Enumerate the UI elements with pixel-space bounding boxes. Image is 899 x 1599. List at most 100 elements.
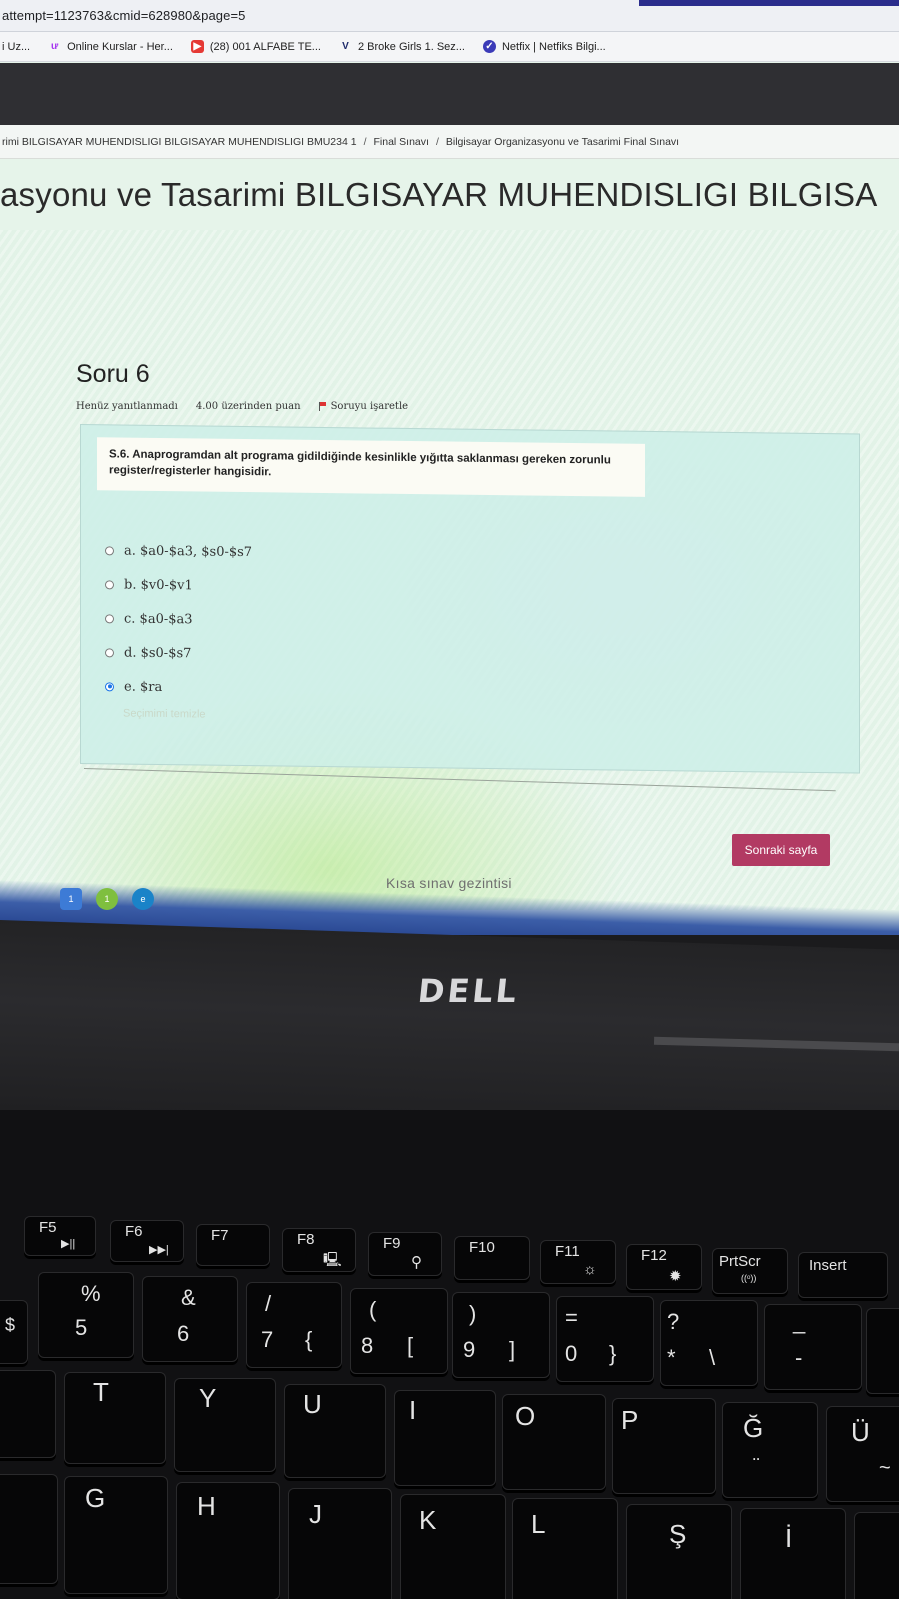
answer-label: a. $a0-$a3, $s0-$s7 — [124, 543, 253, 560]
bookmark-item[interactable]: ư Online Kurslar - Her... — [48, 40, 173, 53]
youtube-icon: ▶ — [190, 40, 204, 53]
breadcrumb-current[interactable]: Bilgisayar Organizasyonu ve Tasarimi Fin… — [446, 136, 679, 148]
radio-button-selected[interactable] — [105, 681, 114, 691]
key-partial-right[interactable] — [866, 1308, 899, 1394]
key-label: F12 — [641, 1247, 667, 1264]
key-6[interactable]: & 6 — [142, 1276, 238, 1362]
key-label: Ğ — [743, 1413, 764, 1443]
key-label: $ — [5, 1315, 16, 1335]
key-shift-label: ) — [469, 1301, 477, 1326]
key-y[interactable]: Y — [174, 1378, 276, 1472]
quiz-navigation-link[interactable]: Kısa sınav gezintisi — [386, 875, 512, 891]
key-5[interactable]: % 5 — [38, 1272, 134, 1358]
breadcrumb-course[interactable]: rimi BILGISAYAR MUHENDISLIGI BILGISAYAR … — [2, 136, 357, 148]
wireless-icon: ((ᵒ)) — [741, 1273, 757, 1283]
key-altgr-label: \ — [709, 1345, 716, 1370]
bookmark-item[interactable]: i Uz... — [2, 41, 30, 53]
taskbar-edge-icon[interactable]: e — [132, 888, 154, 910]
key-partial-left[interactable] — [0, 1370, 56, 1458]
answer-option-c[interactable]: c. $a0-$a3 — [105, 601, 252, 637]
question-status: Henüz yanıtlanmadı — [76, 401, 178, 412]
key-i-dotted[interactable]: İ — [740, 1508, 846, 1599]
taskbar-icons: 1 1 e — [60, 888, 154, 910]
url-text[interactable]: attempt=1123763&cmid=628980&page=5 — [2, 8, 246, 23]
key-partial-left-2[interactable] — [0, 1474, 58, 1584]
key-k[interactable]: K — [400, 1494, 506, 1599]
answer-option-a[interactable]: a. $a0-$a3, $s0-$s7 — [105, 533, 252, 569]
key-s-cedilla[interactable]: Ş — [626, 1504, 732, 1599]
key-partial-right-2[interactable] — [854, 1512, 899, 1599]
answer-list: a. $a0-$a3, $s0-$s7 b. $v0-$v1 c. $a0-$a… — [105, 533, 252, 721]
taskbar-chrome-icon[interactable]: 1 — [96, 888, 118, 910]
key-7[interactable]: / 7 { — [246, 1282, 342, 1368]
key-f10[interactable]: F10 — [454, 1236, 530, 1280]
key-l[interactable]: L — [512, 1498, 618, 1599]
key-u-umlaut[interactable]: Ü ~ — [826, 1406, 899, 1502]
key-9[interactable]: ) 9 ] — [452, 1292, 550, 1378]
key-g[interactable]: G — [64, 1476, 168, 1594]
key-g-breve[interactable]: Ğ ¨ — [722, 1402, 818, 1498]
radio-button[interactable] — [105, 647, 114, 657]
flag-question-label: Soruyu işaretle — [330, 401, 409, 412]
key-f11[interactable]: F11 ☼ — [540, 1240, 616, 1284]
key-f7[interactable]: F7 — [196, 1224, 270, 1266]
bookmark-item[interactable]: ▶ (28) 001 ALFABE TE... — [190, 40, 321, 53]
taskbar-app-icon[interactable]: 1 — [60, 888, 82, 910]
key-insert[interactable]: Insert — [798, 1252, 888, 1298]
bookmark-item[interactable]: V 2 Broke Girls 1. Sez... — [339, 40, 465, 53]
key-label: 7 — [261, 1327, 274, 1352]
key-shift-label: & — [181, 1285, 196, 1310]
key-label: 6 — [177, 1321, 190, 1346]
v-logo-icon: V — [342, 41, 349, 52]
question-text: S.6. Anaprogramdan alt programa gidildiğ… — [97, 437, 645, 497]
flag-question-button[interactable]: Soruyu işaretle — [318, 401, 409, 412]
next-track-icon: ▶▶| — [149, 1244, 169, 1256]
key-label: F5 — [39, 1219, 57, 1236]
address-bar[interactable]: attempt=1123763&cmid=628980&page=5 — [0, 0, 899, 32]
key-j[interactable]: J — [288, 1488, 392, 1599]
key-p[interactable]: P — [612, 1398, 716, 1494]
bookmark-label: (28) 001 ALFABE TE... — [209, 40, 321, 53]
key-label: F8 — [297, 1231, 315, 1248]
key-dollar-partial[interactable]: $ — [0, 1300, 28, 1364]
radio-button[interactable] — [105, 579, 114, 589]
key-f9[interactable]: F9 ⚲ — [368, 1232, 442, 1276]
bookmark-item[interactable]: ✓ Netfix | Netfiks Bilgi... — [482, 40, 606, 53]
bookmark-label: i Uz... — [2, 40, 31, 53]
search-icon: ⚲ — [411, 1254, 422, 1271]
answer-option-e[interactable]: e. $ra — [105, 669, 252, 705]
answer-option-d[interactable]: d. $s0-$s7 — [105, 635, 252, 671]
key-minus[interactable]: _ - — [764, 1304, 862, 1390]
key-label: J — [309, 1499, 322, 1529]
key-prtscr[interactable]: PrtScr ((ᵒ)) — [712, 1248, 788, 1294]
radio-button[interactable] — [105, 545, 114, 555]
key-label: T — [93, 1377, 109, 1407]
brightness-down-icon: ☼ — [583, 1261, 597, 1278]
key-o[interactable]: O — [502, 1394, 606, 1490]
key-label: F10 — [469, 1239, 495, 1256]
key-label: * — [667, 1345, 676, 1370]
key-asterisk[interactable]: ? * \ — [660, 1300, 758, 1386]
key-f6[interactable]: F6 ▶▶| — [110, 1220, 184, 1262]
key-h[interactable]: H — [176, 1482, 280, 1599]
key-f8[interactable]: F8 🖳 — [282, 1228, 356, 1272]
key-altgr-label: ] — [509, 1337, 516, 1362]
clear-choice-link[interactable]: Seçimimi temizle — [123, 708, 252, 722]
breadcrumb: rimi BILGISAYAR MUHENDISLIGI BILGISAYAR … — [0, 125, 899, 159]
answer-option-b[interactable]: b. $v0-$v1 — [105, 567, 252, 603]
play-pause-icon: ▶|| — [61, 1238, 76, 1250]
key-f5[interactable]: F5 ▶|| — [24, 1216, 96, 1256]
key-u[interactable]: U — [284, 1384, 386, 1478]
answer-label: e. $ra — [124, 679, 163, 695]
key-8[interactable]: ( 8 [ — [350, 1288, 448, 1374]
key-i[interactable]: I — [394, 1390, 496, 1486]
dell-logo: DELL — [416, 972, 522, 1010]
key-label: F7 — [211, 1227, 229, 1244]
key-f12[interactable]: F12 ✹ — [626, 1244, 702, 1290]
key-0[interactable]: = 0 } — [556, 1296, 654, 1382]
breadcrumb-section[interactable]: Final Sınavı — [373, 136, 428, 148]
radio-button[interactable] — [105, 613, 114, 623]
key-label: U — [303, 1389, 322, 1419]
next-page-button[interactable]: Sonraki sayfa — [732, 834, 830, 866]
key-t[interactable]: T — [64, 1372, 166, 1464]
